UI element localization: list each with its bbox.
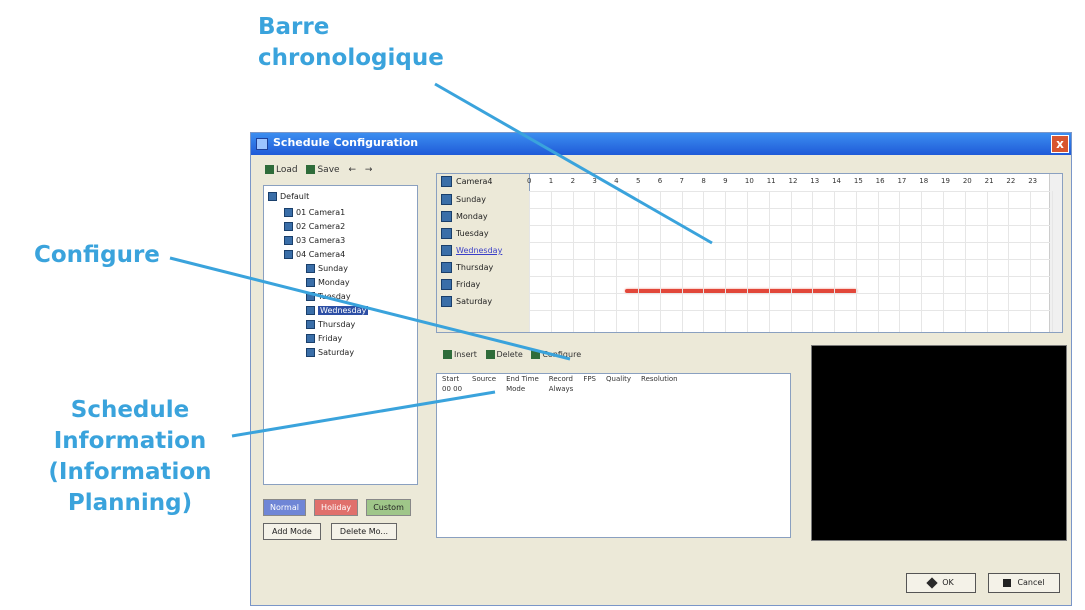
leader-line-schedule-info [231,390,496,438]
leader-line-configure [169,256,571,361]
leader-line-timeline [434,82,713,245]
callout-leader-lines [169,82,713,438]
